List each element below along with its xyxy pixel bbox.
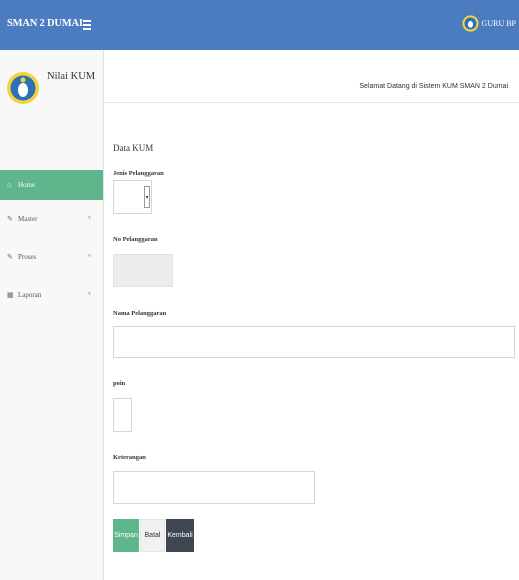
sidebar-item-label: Master [18, 215, 38, 223]
content-header: Selamat Datang di Sistem KUM SMAN 2 Duma… [104, 74, 519, 103]
nama-pelanggaran-label: Nama Pelanggaran [113, 310, 167, 317]
tutwuri-logo-icon [461, 15, 479, 32]
jenis-pelanggaran-select[interactable] [113, 180, 152, 214]
nama-pelanggaran-input[interactable] [113, 326, 515, 358]
sidebar-item-proses[interactable]: ✎ Proses v [0, 242, 103, 272]
pencil-icon: ✎ [7, 253, 13, 261]
chevron-down-icon: v [88, 215, 91, 221]
brand-title[interactable]: SMAN 2 DUMAI [7, 18, 83, 29]
sidebar-item-home[interactable]: ⌂ Home [0, 170, 103, 200]
poin-label: poin [113, 380, 126, 387]
sidebar-item-label: Laporan [18, 291, 42, 299]
sidebar-item-label: Home [18, 181, 36, 189]
top-navbar: SMAN 2 DUMAI GURU BP [0, 0, 519, 50]
chevron-down-icon: v [88, 253, 91, 259]
home-icon: ⌂ [7, 181, 12, 189]
sidebar-item-laporan[interactable]: ▦ Laporan v [0, 280, 103, 310]
table-icon: ▦ [7, 291, 14, 299]
poin-input[interactable] [113, 398, 132, 432]
menu-toggle-icon[interactable] [83, 20, 91, 30]
keterangan-label: Keterangan [113, 454, 146, 461]
keterangan-input[interactable] [113, 471, 315, 504]
chevron-down-icon: v [88, 291, 91, 297]
sidebar-item-master[interactable]: ✎ Master v [0, 204, 103, 234]
user-menu[interactable]: GURU BP [461, 15, 516, 32]
sidebar-item-label: Proses [18, 253, 37, 261]
user-name: GURU BP [481, 19, 516, 28]
tutwuri-logo-icon [7, 72, 39, 104]
save-button[interactable]: Simpan [113, 519, 139, 552]
dropdown-arrow-icon[interactable] [144, 186, 150, 208]
back-button[interactable]: Kembali [166, 519, 194, 552]
sidebar-title: Nilai KUM [47, 71, 96, 82]
no-pelanggaran-field [113, 254, 173, 287]
pencil-icon: ✎ [7, 215, 13, 223]
sidebar: Nilai KUM ⌂ Home ✎ Master v ✎ Proses v ▦… [0, 50, 104, 580]
cancel-button[interactable]: Batal [140, 519, 165, 552]
page-title: Data KUM [113, 143, 154, 153]
welcome-text: Selamat Datang di Sistem KUM SMAN 2 Duma… [359, 83, 508, 90]
jenis-pelanggaran-label: Jenis Pelanggaran [113, 170, 164, 177]
no-pelanggaran-label: No Pelanggaran [113, 236, 158, 243]
